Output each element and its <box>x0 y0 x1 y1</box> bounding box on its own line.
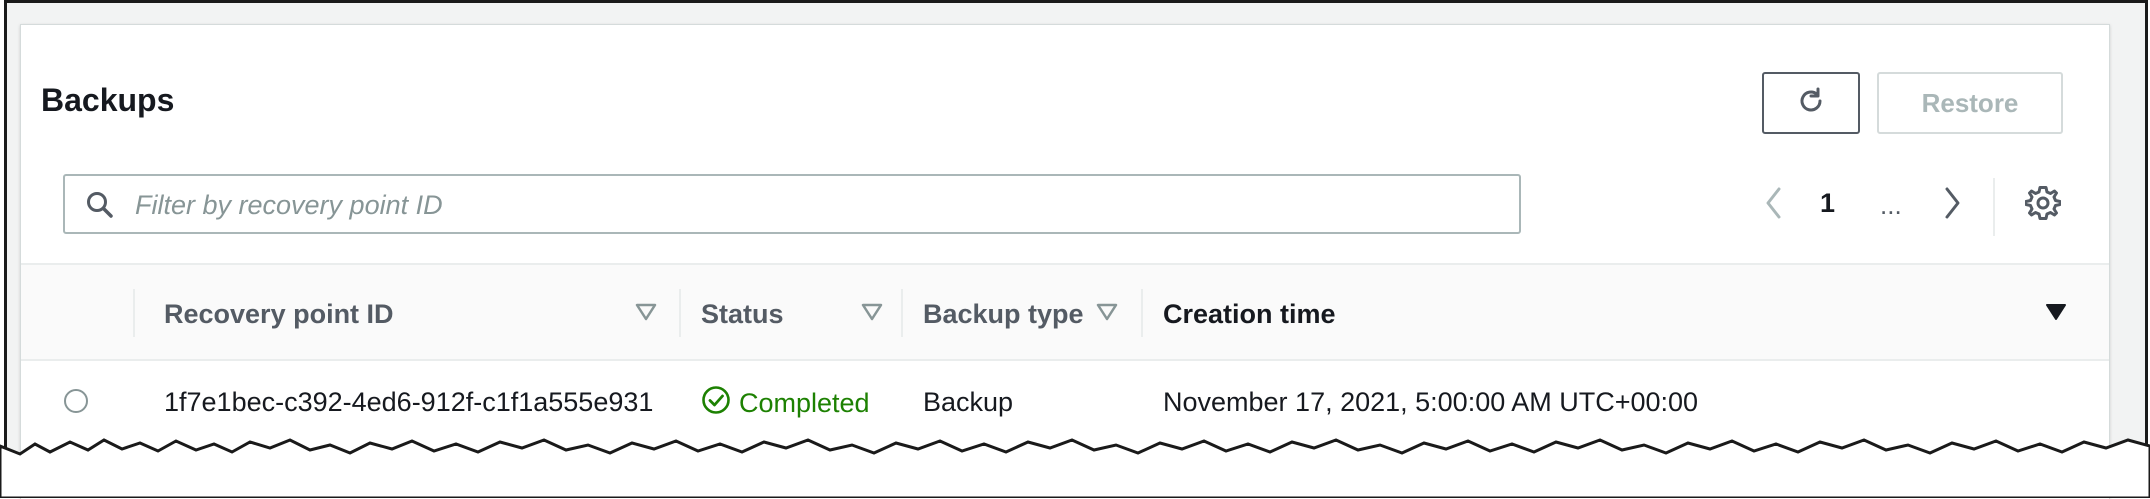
table-header: Recovery point ID Status Backup type Cre… <box>21 265 2109 361</box>
chevron-left-icon[interactable] <box>1762 185 1786 226</box>
status-text: Completed <box>739 388 870 418</box>
column-separator <box>133 289 135 337</box>
sort-icon[interactable] <box>635 303 657 326</box>
column-header-recovery-point-id[interactable]: Recovery point ID <box>164 299 394 330</box>
backup-type-cell: Backup <box>923 387 1014 417</box>
torn-edge <box>0 438 2150 498</box>
search-icon <box>85 190 115 225</box>
search-input[interactable] <box>133 184 1497 226</box>
pager-divider <box>1993 178 1995 236</box>
refresh-button[interactable] <box>1762 72 1860 134</box>
column-separator <box>1141 289 1143 337</box>
recovery-point-id-cell: 1f7e1bec-c392-4ed6-912f-c1f1a555e931 <box>164 387 654 417</box>
check-circle-icon <box>701 385 731 422</box>
column-header-backup-type[interactable]: Backup type <box>923 299 1084 330</box>
sort-icon[interactable] <box>861 303 883 326</box>
restore-button[interactable]: Restore <box>1877 72 2063 134</box>
column-header-status[interactable]: Status <box>701 299 784 330</box>
column-separator <box>679 289 681 337</box>
sort-descending-icon[interactable] <box>2045 303 2067 326</box>
page-title: Backups <box>41 82 175 118</box>
page-ellipsis: ... <box>1880 190 1902 220</box>
gear-icon[interactable] <box>2024 185 2062 226</box>
column-header-creation-time[interactable]: Creation time <box>1163 299 1336 330</box>
chevron-right-icon[interactable] <box>1940 185 1964 226</box>
sort-icon[interactable] <box>1096 303 1118 326</box>
status-badge: Completed <box>701 385 870 422</box>
table-row[interactable]: 1f7e1bec-c392-4ed6-912f-c1f1a555e931 Com… <box>21 361 2109 441</box>
column-separator <box>901 289 903 337</box>
refresh-icon <box>1795 85 1827 122</box>
row-select-radio[interactable] <box>64 389 88 413</box>
creation-time-cell: November 17, 2021, 5:00:00 AM UTC+00:00 <box>1163 387 1699 417</box>
page-number[interactable]: 1 <box>1820 188 1835 219</box>
search-field <box>63 174 1521 234</box>
